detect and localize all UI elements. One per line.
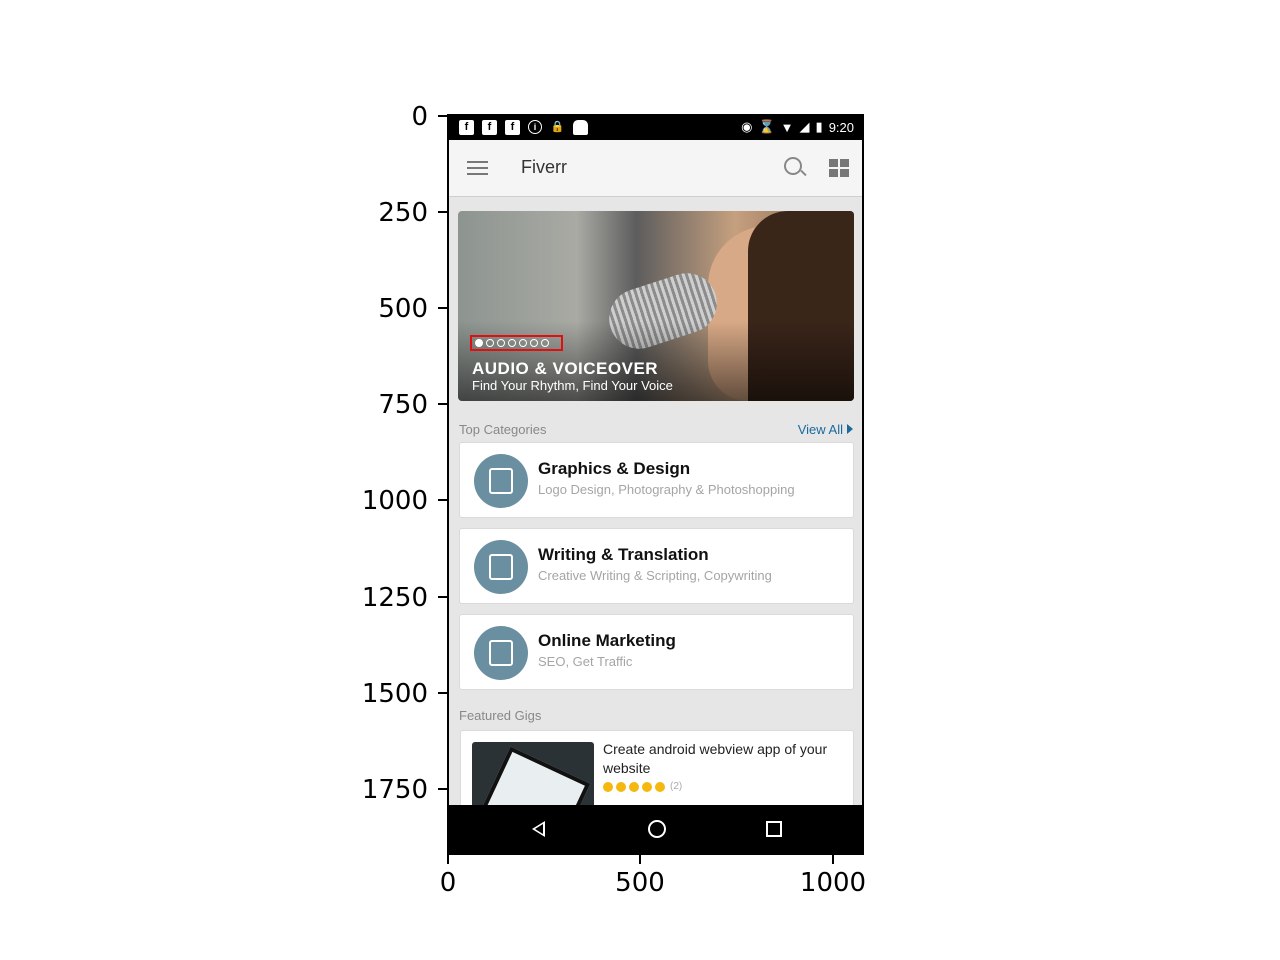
category-writing-translation[interactable]: Writing & Translation Creative Writing &…	[459, 528, 854, 604]
y-tick	[438, 788, 447, 790]
category-graphics-design[interactable]: Graphics & Design Logo Design, Photograp…	[459, 442, 854, 518]
y-tick-label: 1750	[361, 775, 428, 805]
location-icon: ◉	[741, 119, 753, 134]
carousel-dot[interactable]	[475, 339, 483, 347]
info-icon: i	[528, 120, 542, 134]
menu-icon[interactable]	[467, 161, 488, 179]
y-tick-label: 1500	[361, 679, 428, 709]
y-tick-label: 0	[411, 102, 428, 132]
view-all-link[interactable]: View All	[798, 422, 853, 437]
phone-screen: f f f i 🔒 ◉ ⌛ ▼ ◢ ▮ 9:20 Fiverr AUDIO & …	[447, 114, 864, 855]
app-title: Fiverr	[521, 157, 567, 177]
laptop-chart-icon	[474, 626, 528, 680]
carousel-indicator[interactable]	[470, 335, 563, 351]
y-tick-label: 250	[378, 198, 428, 228]
android-icon	[573, 120, 588, 135]
carousel-dot[interactable]	[497, 339, 505, 347]
home-icon[interactable]	[648, 820, 666, 838]
wifi-icon: ▼	[780, 119, 794, 135]
y-tick	[438, 596, 447, 598]
star-icon	[642, 781, 652, 792]
carousel-dot[interactable]	[530, 339, 538, 347]
x-tick	[832, 855, 834, 864]
y-tick-label: 1000	[361, 486, 428, 516]
category-subtitle: Logo Design, Photography & Photoshopping	[538, 482, 795, 497]
y-tick	[438, 692, 447, 694]
view-all-label: View All	[797, 422, 843, 437]
y-tick	[438, 211, 447, 213]
featured-gigs-label: Featured Gigs	[459, 708, 542, 723]
top-categories-label: Top Categories	[459, 422, 547, 437]
x-tick-label: 500	[615, 868, 665, 898]
x-tick	[447, 855, 449, 864]
rating-stars: (2)	[603, 781, 682, 792]
carousel-dot[interactable]	[486, 339, 494, 347]
x-tick-label: 0	[439, 868, 457, 898]
star-icon	[603, 781, 613, 792]
y-tick-label: 750	[378, 390, 428, 420]
y-tick-label: 1250	[361, 583, 428, 613]
x-tick-label: 1000	[799, 868, 867, 898]
x-tick	[639, 855, 641, 864]
hero-title: AUDIO & VOICEOVER	[472, 359, 659, 378]
hero-banner[interactable]: AUDIO & VOICEOVER Find Your Rhythm, Find…	[458, 211, 854, 401]
y-tick	[438, 307, 447, 309]
pencil-ruler-icon	[474, 454, 528, 508]
search-icon[interactable]	[784, 157, 802, 175]
recents-icon[interactable]	[766, 821, 782, 837]
category-online-marketing[interactable]: Online Marketing SEO, Get Traffic	[459, 614, 854, 690]
typewriter-icon	[474, 540, 528, 594]
facebook-icon: f	[505, 120, 520, 135]
facebook-icon: f	[459, 120, 474, 135]
arrow-right-icon	[847, 424, 853, 434]
review-count: (2)	[670, 781, 683, 792]
hero-subtitle: Find Your Rhythm, Find Your Voice	[472, 378, 673, 393]
carousel-dot[interactable]	[508, 339, 516, 347]
grid-view-icon[interactable]	[829, 159, 850, 177]
category-name: Graphics & Design	[538, 459, 691, 478]
back-icon[interactable]	[532, 821, 545, 837]
star-icon	[616, 781, 626, 792]
lock-icon: 🔒	[550, 121, 565, 133]
clock: 9:20	[828, 119, 854, 135]
category-subtitle: SEO, Get Traffic	[538, 654, 633, 669]
star-icon	[655, 781, 665, 792]
gig-title: Create android webview app of your websi…	[603, 741, 828, 776]
star-icon	[629, 781, 639, 792]
y-tick	[438, 499, 447, 501]
facebook-icon: f	[482, 120, 497, 135]
y-tick	[438, 403, 447, 405]
no-signal-icon: ◢	[799, 119, 810, 134]
navigation-bar	[449, 805, 862, 853]
bluetooth-icon: ⌛	[758, 119, 775, 134]
app-bar: Fiverr	[449, 140, 862, 197]
category-name: Writing & Translation	[538, 545, 709, 564]
category-subtitle: Creative Writing & Scripting, Copywritin…	[538, 568, 772, 583]
battery-icon: ▮	[815, 119, 823, 134]
y-tick-label: 500	[378, 294, 428, 324]
category-name: Online Marketing	[538, 631, 676, 650]
y-tick	[438, 115, 447, 117]
carousel-dot[interactable]	[519, 339, 527, 347]
status-bar: f f f i 🔒 ◉ ⌛ ▼ ◢ ▮ 9:20	[449, 116, 862, 140]
carousel-dot[interactable]	[541, 339, 549, 347]
